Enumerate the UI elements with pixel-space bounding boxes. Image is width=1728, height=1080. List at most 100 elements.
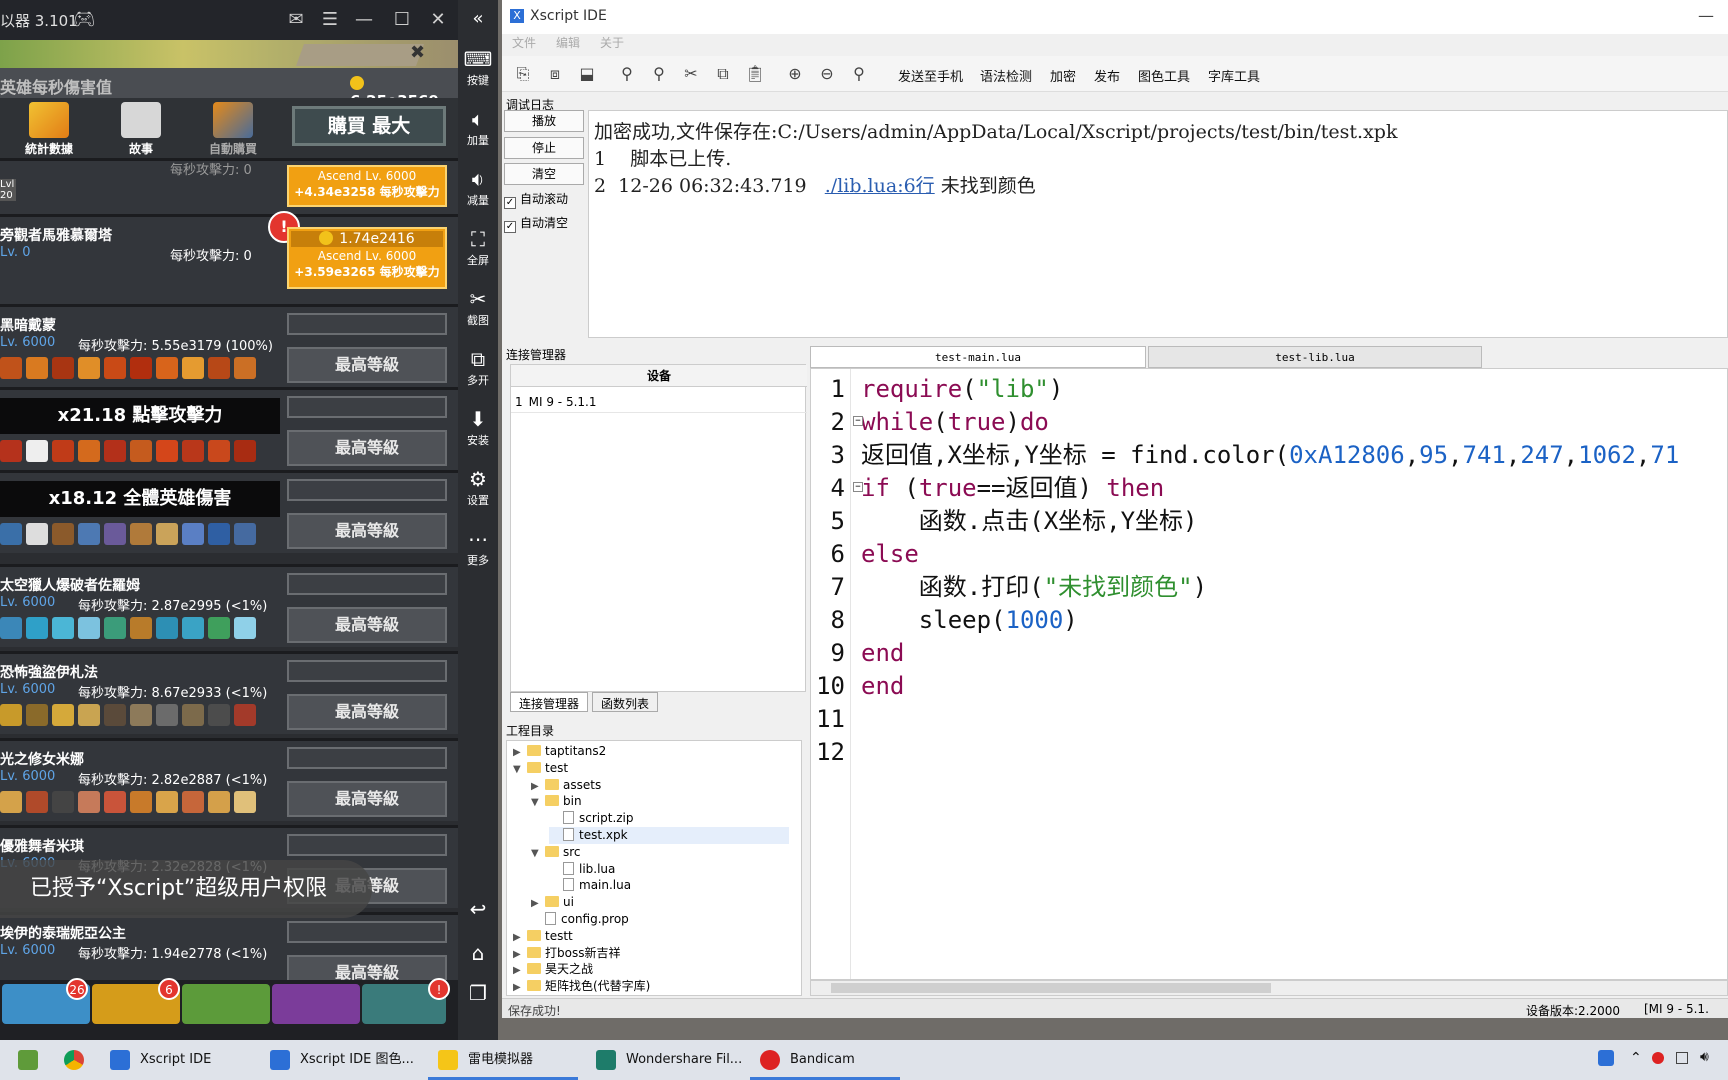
story-tool[interactable]: 故事 — [106, 102, 176, 160]
chevron-right-icon[interactable]: ▶ — [513, 979, 527, 996]
chevron-right-icon[interactable]: ▶ — [513, 929, 527, 946]
tree-item[interactable]: ▼ src — [531, 844, 581, 861]
replace-icon[interactable]: ⚲ — [648, 64, 670, 84]
scrollbar-thumb[interactable] — [831, 983, 1271, 993]
max-level-button[interactable]: 最高等級 — [287, 347, 447, 383]
tree-item[interactable]: test.xpk — [549, 827, 789, 844]
sidebar-item-fullscreen[interactable]: ⛶ 全屏 — [458, 226, 498, 280]
chevron-right-icon[interactable]: ▶ — [513, 744, 527, 761]
tree-item[interactable]: main.lua — [549, 877, 631, 894]
sidebar-item-volume-up[interactable]: 🔈︎ 加量 — [458, 106, 498, 160]
cut-icon[interactable]: ✂ — [680, 64, 702, 84]
tray-icon[interactable] — [1598, 1050, 1614, 1066]
tree-item[interactable]: ▶ taptitans2 — [513, 743, 606, 760]
chevron-down-icon[interactable]: ▼ — [513, 761, 527, 778]
play-button[interactable]: 播放 — [504, 110, 584, 132]
auto-clear-checkbox[interactable]: ✓ 自动清空 — [504, 214, 568, 233]
taskbar-item-xscript-color[interactable]: Xscript IDE 图色... — [260, 1040, 420, 1080]
tree-item[interactable]: ▶ testt — [513, 928, 573, 945]
max-level-button[interactable]: 最高等級 — [287, 607, 447, 643]
max-level-button[interactable]: 最高等級 — [287, 513, 447, 549]
taskbar-item-bandicam[interactable]: Bandicam — [750, 1040, 900, 1080]
chevron-right-icon[interactable]: ▶ — [531, 778, 545, 795]
menu-edit[interactable]: 编辑 — [556, 36, 580, 50]
buy-max-button[interactable]: 購買 最大 — [292, 106, 446, 146]
stats-tool[interactable]: 統計數據 — [14, 102, 84, 160]
auto-scroll-checkbox[interactable]: ✓ 自动滚动 — [504, 190, 568, 209]
taskbar-item-xscript[interactable]: Xscript IDE — [100, 1040, 250, 1080]
menu-icon[interactable]: ☰ — [316, 6, 344, 34]
sidebar-item-screenshot[interactable]: ✂ 截图 — [458, 286, 498, 340]
game-banner-control[interactable] — [295, 44, 425, 66]
mail-icon[interactable]: ✉ — [282, 6, 310, 34]
tree-item[interactable]: ▼ bin — [531, 793, 582, 810]
sidebar-item-install[interactable]: ⬇ 安装 — [458, 406, 498, 460]
tree-item[interactable]: ▶ 打boss新吉祥 — [513, 945, 620, 962]
save-icon[interactable]: ⬓ — [576, 64, 598, 84]
fold-icon[interactable]: − — [853, 482, 863, 492]
encrypt-button[interactable]: 加密 — [1050, 66, 1076, 85]
log-source-link[interactable]: ./lib.lua:6行 — [825, 175, 935, 197]
tab-lib-lua[interactable]: test-lib.lua — [1148, 346, 1482, 368]
tree-item[interactable]: ▶ ui — [531, 894, 574, 911]
tree-item[interactable]: ▼ test — [513, 760, 568, 777]
chevron-right-icon[interactable]: ▶ — [513, 962, 527, 979]
window-tray-icon[interactable] — [1676, 1052, 1688, 1064]
chevron-down-icon[interactable]: ▼ — [531, 794, 545, 811]
horizontal-scrollbar[interactable] — [810, 980, 1728, 996]
close-icon[interactable]: ✖ — [410, 42, 425, 63]
sidebar-item-more[interactable]: ⋯ 更多 — [458, 526, 498, 580]
tree-item[interactable]: lib.lua — [549, 861, 615, 878]
sidebar-item-keys[interactable]: ⌨ 按键 — [458, 46, 498, 100]
close-button[interactable]: ✕ — [424, 6, 452, 34]
sidebar-item-settings[interactable]: ⚙ 设置 — [458, 466, 498, 520]
tree-item[interactable]: ▶ 昊天之战 — [513, 961, 593, 978]
collapse-icon[interactable]: « — [458, 8, 498, 29]
menu-about[interactable]: 关于 — [600, 36, 624, 50]
app-icon[interactable] — [18, 1050, 38, 1070]
paste-icon[interactable]: 📋︎ — [744, 64, 766, 84]
tab-connection-manager[interactable]: 连接管理器 — [510, 692, 589, 712]
minimize-button[interactable]: — — [1698, 6, 1714, 25]
code-editor[interactable]: 1 2 3 4 5 6 7 8 9 10 11 12 require("lib") while(true… — [810, 368, 1728, 980]
syntax-check-button[interactable]: 语法检测 — [980, 66, 1032, 85]
new-file-icon[interactable]: ⎘ — [512, 64, 534, 84]
recent-apps-icon[interactable]: ❐ — [458, 980, 498, 1034]
max-level-button[interactable]: 最高等級 — [287, 694, 447, 730]
stop-button[interactable]: 停止 — [504, 137, 584, 159]
copy-icon[interactable]: ⧉ — [712, 64, 734, 84]
max-level-button[interactable]: 最高等級 — [287, 781, 447, 817]
max-level-button[interactable]: 最高等級 — [287, 430, 447, 466]
sidebar-item-multi[interactable]: ⧉ 多开 — [458, 346, 498, 400]
chrome-icon[interactable] — [64, 1050, 84, 1070]
tab-main-lua[interactable]: test-main.lua — [810, 346, 1146, 368]
ascend-button[interactable]: Ascend Lv. 6000 +4.34e3258 每秒攻擊力 — [287, 165, 447, 207]
tab-pets[interactable] — [182, 984, 270, 1024]
ascend-button[interactable]: 1.74e2416 Ascend Lv. 6000 +3.59e3265 每秒攻… — [287, 227, 447, 289]
chevron-up-icon[interactable]: ⌃ — [1630, 1050, 1642, 1066]
zoom-reset-icon[interactable]: ⚲ — [848, 64, 870, 84]
fold-icon[interactable]: − — [853, 416, 863, 426]
tab-function-list[interactable]: 函数列表 — [592, 692, 659, 712]
zoom-out-icon[interactable]: ⊖ — [816, 64, 838, 84]
tree-item[interactable]: ▶ assets — [531, 777, 601, 794]
chevron-right-icon[interactable]: ▶ — [513, 946, 527, 963]
zoom-in-icon[interactable]: ⊕ — [784, 64, 806, 84]
sidebar-item-volume-down[interactable]: 🔉︎ 减量 — [458, 166, 498, 220]
maximize-button[interactable]: ☐ — [388, 6, 416, 34]
auto-buy-tool[interactable]: 自動購買 — [198, 102, 268, 160]
tree-item[interactable]: config.prop — [531, 911, 629, 928]
publish-button[interactable]: 发布 — [1094, 66, 1120, 85]
clear-button[interactable]: 清空 — [504, 163, 584, 185]
chevron-right-icon[interactable]: ▶ — [531, 895, 545, 912]
chevron-down-icon[interactable]: ▼ — [531, 845, 545, 862]
color-tool-button[interactable]: 图色工具 — [1138, 66, 1190, 85]
taskbar-item-wondershare[interactable]: Wondershare Fil... — [586, 1040, 746, 1080]
minimize-button[interactable]: — — [350, 6, 378, 34]
send-to-phone-button[interactable]: 发送至手机 — [898, 66, 963, 85]
font-tool-button[interactable]: 字库工具 — [1208, 66, 1260, 85]
tree-item[interactable]: script.zip — [549, 810, 634, 827]
tab-clan[interactable] — [272, 984, 360, 1024]
record-tray-icon[interactable] — [1652, 1052, 1664, 1064]
search-icon[interactable]: ⚲ — [616, 64, 638, 84]
